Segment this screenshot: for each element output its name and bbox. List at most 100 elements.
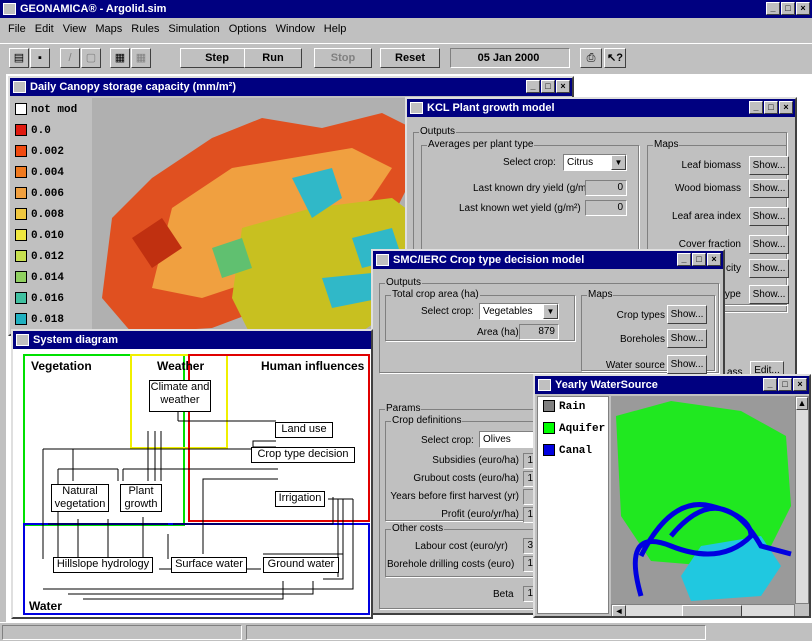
kcl-show-button[interactable]: Show... [749,179,789,198]
legend-swatch [15,313,27,326]
smc-select-crop-label: Select crop: [421,306,474,317]
minimize-icon[interactable]: _ [749,101,763,114]
kcl-crop-select[interactable]: Citrus ▼ [563,154,627,171]
menu-view[interactable]: View [63,23,87,35]
minimize-icon[interactable]: _ [763,378,777,391]
legend-item: 0.016 [15,289,90,310]
legend-swatch [15,229,27,242]
dropdown-arrow-icon[interactable]: ▼ [543,304,558,319]
horizontal-scrollbar[interactable]: ◄ [611,604,795,616]
window-icon [376,254,389,266]
node-ground[interactable]: Ground water [263,557,339,573]
smc-show-button[interactable]: Show... [667,305,707,324]
smc-param-label: Subsidies (euro/ha) [432,455,519,466]
legend-item: 0.008 [15,205,90,226]
maximize-icon[interactable]: □ [781,2,795,15]
node-natveg[interactable]: Natural vegetation [51,484,109,512]
node-climate[interactable]: Climate and weather [149,380,211,412]
kcl-title-bar: KCL Plant growth model _ □ × [407,99,795,117]
smc-area-value: 879 [519,324,559,340]
status-pane [246,625,706,640]
kcl-show-button[interactable]: Show... [749,235,789,254]
legend-swatch [543,422,555,435]
kcl-show-button[interactable]: Show... [749,259,789,278]
legend-label: Canal [559,445,593,457]
maximize-icon[interactable]: □ [778,378,792,391]
close-icon[interactable]: × [779,101,793,114]
node-surface[interactable]: Surface water [171,557,247,573]
kcl-show-button[interactable]: Show... [749,156,789,175]
kcl-map-label: city [726,263,741,274]
smc-map-label: Water source [605,360,665,371]
yearly-window: Yearly WaterSource _ □ × Rain Aquifer Canal … [533,374,811,618]
run-button[interactable]: Run [244,48,302,68]
diagram-vegetation-label: Vegetation [31,359,92,373]
menu-simulation[interactable]: Simulation [168,23,219,35]
maximize-icon[interactable]: □ [541,80,555,93]
smc-show-button[interactable]: Show... [667,355,707,374]
smc-title: SMC/IERC Crop type decision model [393,254,585,266]
node-plant[interactable]: Plant growth [120,484,162,512]
table-icon[interactable]: ▦ [110,48,130,68]
close-icon[interactable]: × [556,80,570,93]
close-icon[interactable]: × [796,2,810,15]
edit-icon[interactable]: ▢ [81,48,101,68]
node-croptype[interactable]: Crop type decision [251,447,355,463]
smc-show-button[interactable]: Show... [667,329,707,348]
vertical-scrollbar[interactable]: ▲ [795,396,809,604]
system-title-bar: System diagram [13,331,371,349]
legend-item: 0.004 [15,163,90,184]
yearly-title-bar: Yearly WaterSource _ □ × [535,376,809,394]
save-icon[interactable]: ▪ [30,48,50,68]
help-icon[interactable]: ↖? [604,48,626,68]
scroll-up-icon[interactable]: ▲ [796,397,808,410]
smc-param-label: Profit (euro/yr/ha) [441,509,519,520]
stop-button[interactable]: Stop [314,48,372,68]
dropdown-arrow-icon[interactable]: ▼ [611,155,626,170]
smc-crop2-select[interactable]: Olives [479,431,539,448]
node-irrigation[interactable]: Irrigation [275,491,325,507]
legend-item: not mod [15,100,90,121]
kcl-select-crop-label: Select crop: [503,157,556,168]
kcl-title: KCL Plant growth model [427,102,555,114]
menu-maps[interactable]: Maps [95,23,122,35]
legend-label: 0.0 [31,125,51,137]
legend-item: 0.012 [15,247,90,268]
close-icon[interactable]: × [793,378,807,391]
scroll-thumb[interactable] [682,605,742,616]
smc-other-label: Other costs [391,523,445,534]
reset-button[interactable]: Reset [380,48,440,68]
legend-swatch [15,187,27,200]
legend-label: 0.004 [31,167,65,179]
minimize-icon[interactable]: _ [526,80,540,93]
kcl-show-button[interactable]: Show... [749,207,789,226]
kcl-wet-label: Last known wet yield (g/m²) [459,203,581,214]
diagram-water-label: Water [29,599,62,613]
kcl-dry-label: Last known dry yield (g/m²) [473,183,594,194]
pencil-icon[interactable]: / [60,48,80,68]
close-icon[interactable]: × [707,253,721,266]
grid-icon[interactable]: ▦ [131,48,151,68]
open-icon[interactable]: ▤ [9,48,29,68]
maximize-icon[interactable]: □ [692,253,706,266]
kcl-show-button[interactable]: Show... [749,285,789,304]
canopy-legend: not mod 0.0 0.002 0.004 0.006 0.008 0.010 0.012… [10,98,90,334]
menu-edit[interactable]: Edit [35,23,54,35]
node-hillslope[interactable]: Hillslope hydrology [53,557,153,573]
menu-help[interactable]: Help [324,23,347,35]
minimize-icon[interactable]: _ [766,2,780,15]
smc-labour-label: Labour cost (euro/yr) [415,541,508,552]
menu-rules[interactable]: Rules [131,23,159,35]
minimize-icon[interactable]: _ [677,253,691,266]
menu-file[interactable]: File [8,23,26,35]
scroll-left-icon[interactable]: ◄ [612,605,626,616]
menu-options[interactable]: Options [229,23,267,35]
smc-crop-select[interactable]: Vegetables ▼ [479,303,559,320]
maximize-icon[interactable]: □ [764,101,778,114]
kcl-map-label: Wood biomass [675,183,741,194]
menu-window[interactable]: Window [276,23,315,35]
print-icon[interactable]: ⎙ [580,48,602,68]
diagram-human-label: Human influences [261,359,365,373]
step-button[interactable]: Step [180,48,254,68]
node-landuse[interactable]: Land use [275,422,333,438]
